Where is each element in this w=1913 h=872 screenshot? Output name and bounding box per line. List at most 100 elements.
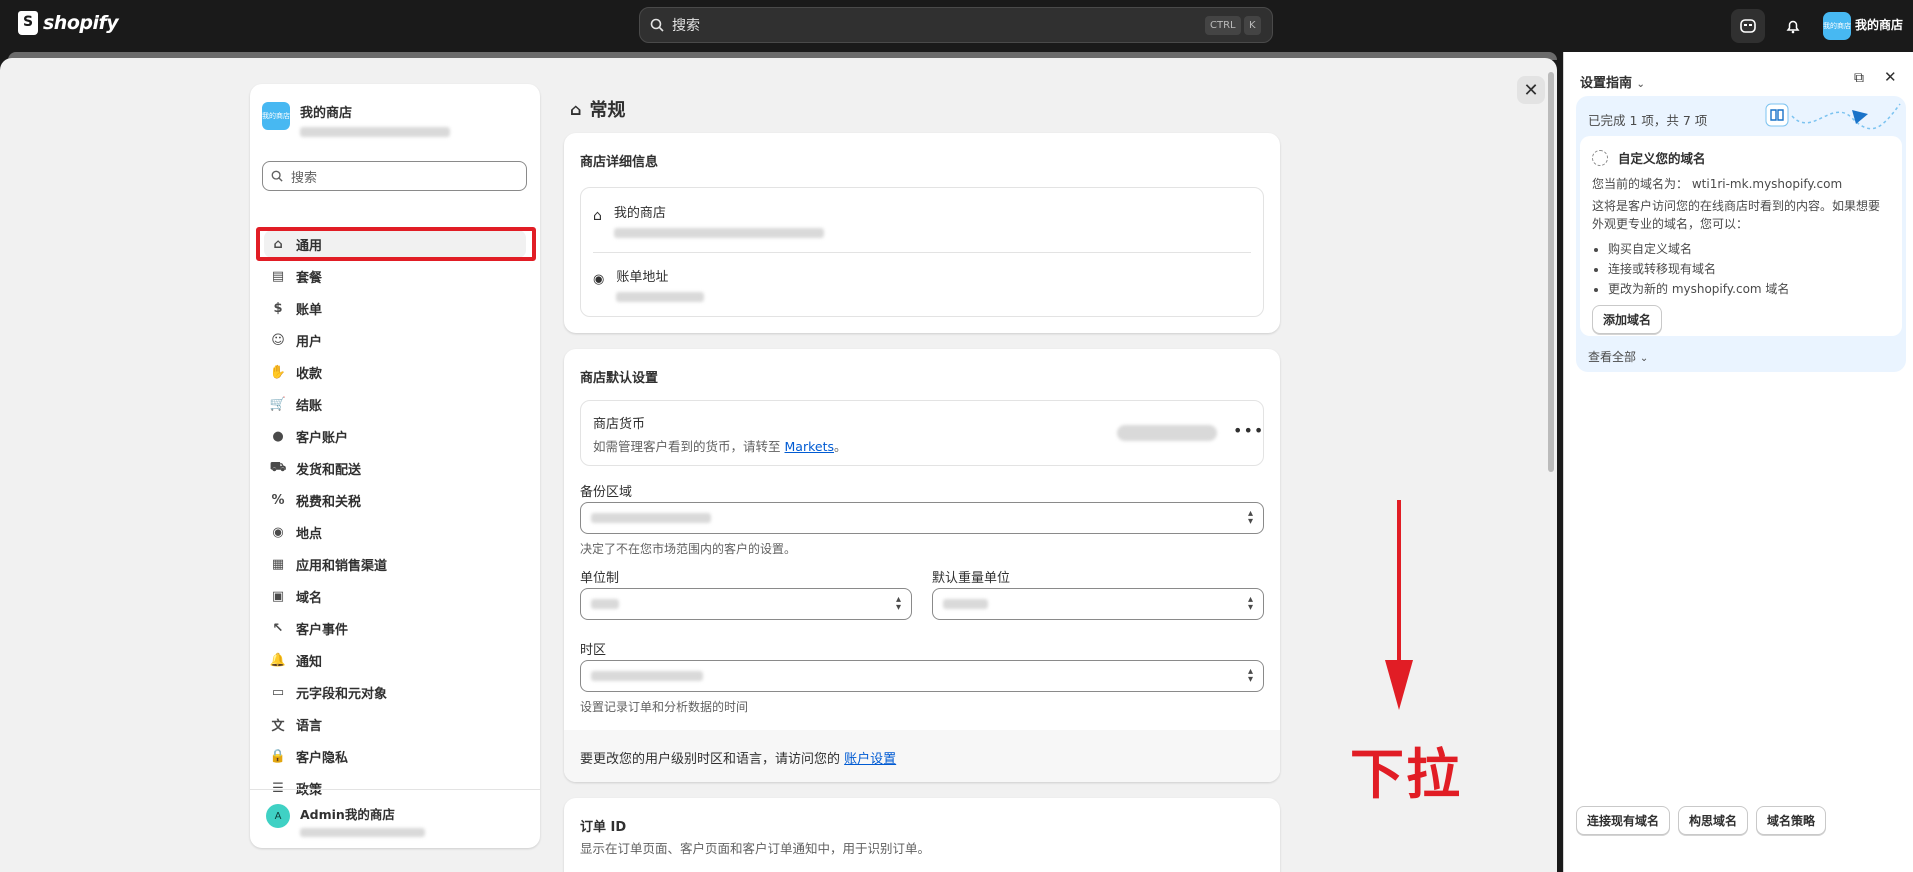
store-contact-redacted — [613, 228, 824, 238]
domain-icon: ▣ — [271, 588, 285, 604]
billing-icon: $ — [273, 300, 283, 316]
brand-text: shopify — [43, 12, 119, 34]
currency-badge-redacted — [1117, 425, 1217, 441]
nav-item-checkout[interactable]: 🛒 结账 — [264, 390, 526, 418]
shop-avatar: 我的商店 — [262, 102, 290, 130]
close-settings-button[interactable]: ✕ — [1517, 76, 1545, 104]
nav-item-label: 账单 — [296, 302, 323, 318]
view-all-link[interactable]: 查看全部 ⌄ — [1588, 348, 1648, 365]
unit-system-label: 单位制 — [580, 571, 620, 586]
nav-item-plan[interactable]: ▤ 套餐 — [264, 262, 526, 290]
store-name-label: 我的商店 — [613, 206, 666, 221]
store-details-card: 商店详细信息 ⌂ 我的商店 ◉ 账单地址 — [564, 133, 1280, 333]
domain-strategy-button[interactable]: 域名策略 — [1756, 806, 1827, 835]
metafield-icon: ▭ — [271, 684, 285, 700]
close-icon[interactable]: ✕ — [1884, 68, 1897, 86]
order-id-help: 显示在订单页面、客户页面和客户订单通知中，用于识别订单。 — [580, 841, 931, 856]
more-actions-icon[interactable]: ••• — [1233, 421, 1264, 440]
nav-item-notifications[interactable]: 🔔 通知 — [264, 646, 526, 674]
task-status-icon[interactable] — [1592, 149, 1608, 166]
nav-item-customer-accounts[interactable]: ● 客户账户 — [264, 422, 526, 450]
nav-shop-name: 我的商店 — [300, 106, 353, 121]
timezone-select[interactable]: ▴ ▾ — [580, 660, 1264, 692]
settings-search-input[interactable]: 搜索 — [262, 161, 527, 191]
backup-region-value-redacted — [591, 513, 711, 523]
domain-task-card: 自定义您的域名 您当前的域名为： wti1ri-mk.myshopify.com… — [1580, 136, 1902, 336]
tax-icon: % — [271, 492, 285, 508]
page-title-text: 常规 — [589, 100, 626, 121]
top-bar: shopify 搜索 CTRL K 我的商店 我的商店 — [0, 0, 1913, 52]
apps-icon: ▦ — [271, 556, 285, 572]
nav-item-shipping[interactable]: ⛟ 发货和配送 — [264, 454, 526, 482]
account-settings-link[interactable]: 账户设置 — [844, 752, 896, 767]
shopify-logo[interactable]: shopify — [18, 11, 119, 35]
nav-item-users[interactable]: ☺ 用户 — [264, 326, 526, 354]
store-name-row[interactable]: ⌂ 我的商店 — [593, 202, 824, 242]
timezone-value-redacted — [591, 671, 703, 681]
backup-region-select[interactable]: ▴ ▾ — [580, 502, 1264, 534]
chevron-down-icon: ⌄ — [1639, 353, 1649, 364]
sidekick-button[interactable] — [1731, 9, 1765, 43]
popout-icon[interactable]: ⧉ — [1854, 70, 1864, 86]
admin-email-redacted — [300, 828, 425, 837]
nav-admin-footer[interactable]: A Admin我的商店 — [250, 789, 540, 855]
nav-item-billing[interactable]: $ 账单 — [264, 294, 526, 322]
store-defaults-card: 商店默认设置 商店货币 如需管理客户看到的货币，请转至 Markets。 •••… — [564, 349, 1280, 782]
nav-item-label: 客户事件 — [296, 622, 349, 638]
nav-item-label: 收款 — [296, 366, 323, 382]
domain-task-header[interactable]: 自定义您的域名 — [1592, 148, 1890, 167]
order-id-card: 订单 ID 显示在订单页面、客户页面和客户订单通知中，用于识别订单。 — [564, 798, 1280, 872]
page-title: ⌂ 常规 — [570, 96, 625, 122]
setup-guide-title[interactable]: 设置指南 ⌄ — [1580, 72, 1645, 91]
nav-item-payments[interactable]: ✋ 收款 — [264, 358, 526, 386]
weight-unit-select[interactable]: ▴ ▾ — [932, 588, 1264, 620]
timezone-help: 设置记录订单和分析数据的时间 — [580, 700, 749, 714]
currency-help-text: 如需管理客户看到的货币，请转至 — [593, 439, 781, 454]
settings-search-placeholder: 搜索 — [291, 170, 318, 186]
nav-item-label: 用户 — [296, 334, 323, 350]
store-menu-name[interactable]: 我的商店 — [1855, 16, 1903, 33]
nav-item-customer-events[interactable]: ↖ 客户事件 — [264, 614, 526, 642]
nav-item-metafields[interactable]: ▭ 元字段和元对象 — [264, 678, 526, 706]
nav-item-apps[interactable]: ▦ 应用和销售渠道 — [264, 550, 526, 578]
select-chevron-icon: ▴ ▾ — [1247, 666, 1253, 685]
notifications-button[interactable] — [1776, 9, 1810, 43]
brainstorm-domain-button[interactable]: 构思域名 — [1678, 806, 1749, 835]
nav-item-label: 通知 — [296, 654, 323, 670]
guide-illustration-icon — [1765, 103, 1901, 130]
global-search-input[interactable]: 搜索 CTRL K — [639, 7, 1273, 43]
scrollbar[interactable] — [1548, 72, 1554, 472]
add-domain-button[interactable]: 添加域名 — [1592, 305, 1663, 334]
search-icon — [271, 170, 283, 182]
view-all-text: 查看全部 — [1588, 350, 1637, 364]
nav-item-customer-privacy[interactable]: 🔒 客户隐私 — [264, 742, 526, 770]
nav-item-domains[interactable]: ▣ 域名 — [264, 582, 526, 610]
nav-item-taxes[interactable]: % 税费和关税 — [264, 486, 526, 514]
nav-item-label: 应用和销售渠道 — [296, 558, 388, 574]
store-avatar[interactable]: 我的商店 — [1823, 12, 1851, 40]
backup-region-label: 备份区域 — [580, 485, 633, 500]
kbd-ctrl: CTRL — [1205, 16, 1241, 35]
nav-item-label: 结账 — [296, 398, 323, 414]
shopify-bag-icon — [18, 11, 38, 35]
select-chevron-icon: ▴ ▾ — [1247, 508, 1253, 527]
markets-link[interactable]: Markets — [785, 439, 834, 454]
store-defaults-heading: 商店默认设置 — [580, 371, 659, 386]
sidekick-icon — [1740, 19, 1756, 33]
nav-item-label: 税费和关税 — [296, 494, 362, 510]
billing-address-row[interactable]: ◉ 账单地址 — [593, 266, 705, 306]
domain-task-title: 自定义您的域名 — [1618, 151, 1706, 166]
connect-existing-domain-button[interactable]: 连接现有域名 — [1576, 806, 1671, 835]
store-icon: ⌂ — [593, 208, 602, 224]
search-icon — [650, 18, 664, 32]
scroll-down-annotation: 下拉 — [1350, 742, 1462, 806]
annotation-arrow-shaft — [1397, 500, 1401, 670]
account-settings-text: 要更改您的用户级别时区和语言，请访问您的 — [580, 752, 841, 767]
chevron-down-icon: ⌄ — [1636, 79, 1645, 90]
nav-item-languages[interactable]: 文语言 — [264, 710, 526, 738]
unit-system-select[interactable]: ▴ ▾ — [580, 588, 912, 620]
billing-address-redacted — [616, 292, 705, 302]
store-details-box[interactable]: ⌂ 我的商店 ◉ 账单地址 — [580, 187, 1264, 317]
nav-item-locations[interactable]: ◉ 地点 — [264, 518, 526, 546]
cart-icon: 🛒 — [269, 396, 287, 412]
